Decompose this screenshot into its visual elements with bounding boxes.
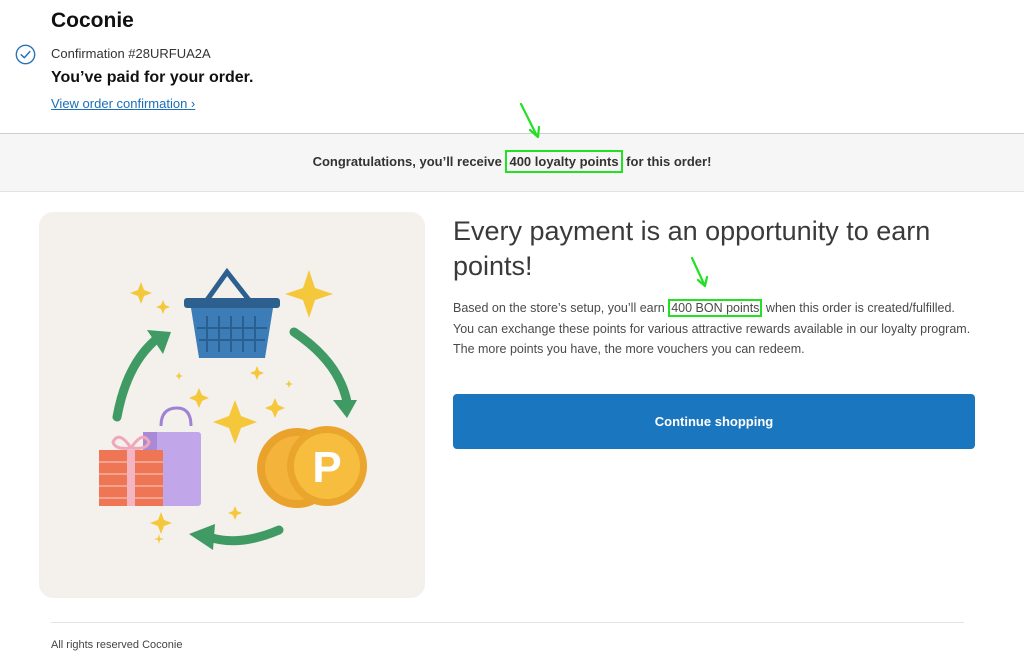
description-prefix: Based on the store’s setup, you’ll earn <box>453 301 669 315</box>
loyalty-banner: Congratulations, you’ll receive 400 loya… <box>0 133 1024 192</box>
banner-prefix: Congratulations, you’ll receive <box>312 154 506 169</box>
loyalty-illustration: P <box>39 212 425 598</box>
coin-icon: P <box>257 426 367 508</box>
shopping-basket-icon <box>184 267 280 358</box>
view-order-confirmation-link[interactable]: View order confirmation › <box>51 96 195 111</box>
headline: Every payment is an opportunity to earn … <box>453 216 931 281</box>
description-points-highlight: 400 BON points <box>668 299 763 317</box>
banner-points-highlight: 400 loyalty points <box>505 150 623 173</box>
annotation-arrow-icon <box>519 102 541 139</box>
banner-suffix: for this order! <box>622 154 712 169</box>
description: Based on the store’s setup, you’ll earn … <box>453 298 978 360</box>
store-name: Coconie <box>51 9 134 32</box>
banner-text: Congratulations, you’ll receive 400 loya… <box>0 150 1024 173</box>
check-circle-icon <box>15 44 36 65</box>
footer-divider <box>51 622 964 623</box>
cycle-arrow-icon <box>289 327 352 407</box>
cycle-arrow-icon <box>204 525 284 546</box>
continue-shopping-button[interactable]: Continue shopping <box>453 394 975 449</box>
confirmation-number: Confirmation #28URFUA2A <box>51 46 211 61</box>
footer-text: All rights reserved Coconie <box>51 639 183 651</box>
svg-text:P: P <box>312 443 341 492</box>
paid-title: You’ve paid for your order. <box>51 69 254 86</box>
cycle-arrow-icon <box>112 332 164 422</box>
